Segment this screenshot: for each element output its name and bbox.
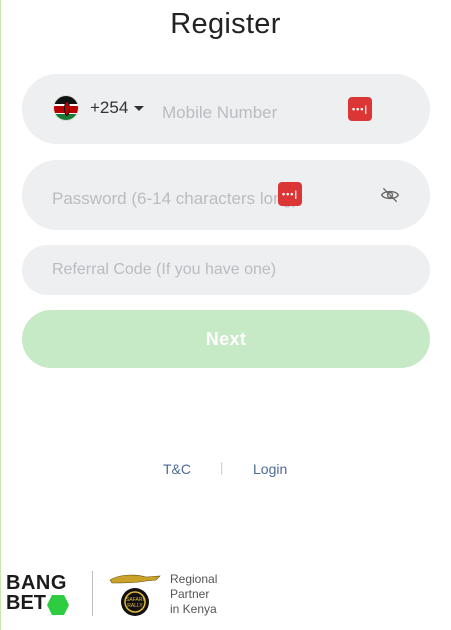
eye-off-icon[interactable] xyxy=(380,185,400,205)
password-manager-icon[interactable]: •••| xyxy=(278,182,302,206)
footer-divider xyxy=(92,571,93,616)
partner-text-line3: in Kenya xyxy=(170,602,217,616)
partner-text-line2: Partner xyxy=(170,587,210,601)
terms-link[interactable]: T&C xyxy=(163,461,191,477)
partner-text-line1: Regional xyxy=(170,572,218,586)
chevron-down-icon[interactable] xyxy=(134,106,144,111)
kenya-flag-icon[interactable] xyxy=(53,95,79,121)
next-button[interactable]: Next xyxy=(22,310,430,368)
login-link[interactable]: Login xyxy=(253,461,287,477)
referral-code-input[interactable]: Referral Code (If you have one) xyxy=(52,261,276,279)
bangbet-logo-line1: BANG xyxy=(6,572,67,594)
password-input[interactable]: Password (6-14 characters long) xyxy=(52,189,298,209)
referral-field[interactable]: Referral Code (If you have one) xyxy=(22,245,430,295)
country-code[interactable]: +254 xyxy=(90,98,128,118)
svg-text:RALLY: RALLY xyxy=(127,603,143,609)
hexagon-icon xyxy=(47,595,69,615)
safari-rally-logo: SAFARI RALLY xyxy=(109,574,161,616)
mobile-number-input[interactable]: Mobile Number xyxy=(162,103,277,123)
footer-links: T&C | Login xyxy=(0,460,451,481)
left-edge-line xyxy=(0,0,1,630)
password-manager-icon[interactable]: •••| xyxy=(348,97,372,121)
partner-text: Regional Partner in Kenya xyxy=(170,572,217,617)
phone-field[interactable]: +254 Mobile Number •••| xyxy=(22,74,430,144)
page-title: Register xyxy=(170,8,281,40)
bangbet-logo-line2: BET xyxy=(6,592,46,614)
link-separator: | xyxy=(220,460,224,475)
brand-footer: BANG BET SAFARI RALLY Regional Partner i… xyxy=(6,570,236,620)
password-field[interactable]: Password (6-14 characters long) •••| xyxy=(22,160,430,230)
